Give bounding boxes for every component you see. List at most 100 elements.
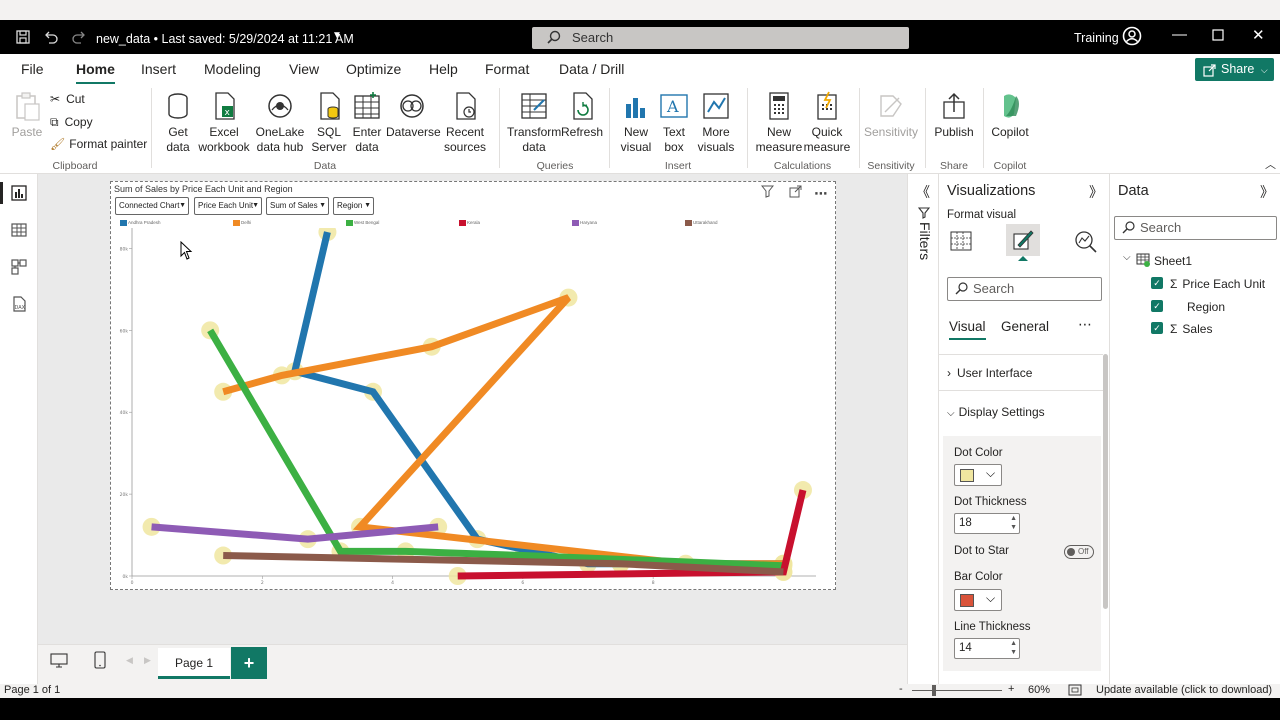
tab-file[interactable]: File [21,61,44,77]
analytics-icon[interactable] [1073,229,1099,253]
series-line[interactable] [151,523,439,543]
chevron-down-icon[interactable]: ⌵ [1123,252,1131,263]
dot-thickness-input[interactable]: 18 ▲ ▼ [954,513,1020,534]
tab-visual[interactable]: Visual [949,319,986,340]
data-title: Data [1118,183,1149,199]
onelake-button[interactable]: OneLake data hub [251,90,309,155]
zoom-slider-thumb[interactable] [932,685,936,696]
mobile-layout-icon[interactable] [94,651,106,669]
copy-button[interactable]: ⧉ Copy [50,115,93,130]
page-tab-1[interactable]: Page 1 [158,648,230,679]
collapse-icon[interactable]: 》 [1089,182,1103,202]
zoom-out-icon[interactable]: - [899,683,903,695]
enter-data-button[interactable]: Enter data [348,90,386,155]
spinner-icon[interactable]: ▲ ▼ [1010,514,1017,532]
redo-icon[interactable] [70,28,88,46]
dataverse-button[interactable]: Dataverse [386,90,441,140]
get-data-button[interactable]: Get data [158,90,198,155]
line-thickness-label: Line Thickness [954,621,1031,633]
line-thickness-input[interactable]: 14 ▲ ▼ [954,638,1020,659]
checkbox-icon[interactable]: ✓ [1151,300,1163,312]
zoom-level[interactable]: 60% [1028,684,1050,696]
excel-button[interactable]: x Excel workbook [198,90,250,155]
more-options-icon[interactable]: ⋯ [1078,316,1092,333]
tab-help[interactable]: Help [429,61,458,77]
user-interface-section[interactable]: › User Interface [947,366,1032,380]
new-visual-button[interactable]: New visual [618,90,654,155]
close-icon[interactable]: ✕ [1252,26,1265,44]
dot-to-star-toggle[interactable]: Off [1064,545,1094,559]
scroll-left-icon[interactable]: ◀ [126,655,133,666]
publish-button[interactable]: Publish [932,90,976,140]
field-region[interactable]: Region [1187,300,1225,314]
tab-data-drill[interactable]: Data / Drill [559,61,624,77]
build-visual-icon[interactable] [949,229,973,253]
desktop-layout-icon[interactable] [50,653,68,669]
filters-pane-collapsed[interactable]: 《 Filters [907,174,938,684]
collapse-icon[interactable]: 》 [1260,182,1274,202]
series-line[interactable] [222,294,784,568]
maximize-icon[interactable] [1212,28,1224,45]
minimize-icon[interactable]: — [1172,26,1187,43]
dot-color-picker[interactable]: ⌵ [954,464,1002,486]
display-settings-section[interactable]: ⌵ Display Settings [947,405,1045,419]
quick-measure-button[interactable]: Quick measure [803,90,851,155]
new-measure-button[interactable]: New measure [755,90,803,155]
model-view-icon[interactable] [10,258,28,276]
sensitivity-button[interactable]: Sensitivity [864,90,918,140]
report-view-icon[interactable] [10,184,28,202]
field-sales[interactable]: Σ Sales [1170,322,1212,336]
tab-optimize[interactable]: Optimize [346,61,401,77]
field-price-each-unit[interactable]: Σ Price Each Unit [1170,277,1265,291]
checkbox-icon[interactable]: ✓ [1151,322,1163,334]
sql-label: SQL Server [311,125,347,154]
table-name[interactable]: Sheet1 [1154,254,1192,268]
account-icon[interactable] [1122,26,1142,49]
update-notice[interactable]: Update available (click to download) [1096,684,1272,696]
user-name[interactable]: Training [1074,31,1119,45]
save-icon[interactable] [14,28,32,46]
spinner-icon[interactable]: ▲ ▼ [1010,639,1017,657]
dax-query-icon[interactable]: DAX [10,295,28,313]
transform-data-button[interactable]: Transform data [507,90,561,155]
tab-view[interactable]: View [289,61,319,77]
undo-icon[interactable] [42,28,60,46]
table-view-icon[interactable] [10,221,28,239]
collapse-ribbon-icon[interactable]: ︿ [1265,156,1276,172]
chevron-down-icon[interactable]: ▼ [332,30,342,41]
tab-insert[interactable]: Insert [141,61,176,77]
tab-format[interactable]: Format [485,61,529,77]
filters-label[interactable]: Filters [917,222,933,260]
add-page-button[interactable]: + [231,647,267,679]
document-title[interactable]: new_data • Last saved: 5/29/2024 at 11:2… [96,32,354,46]
text-box-button[interactable]: A Text box [656,90,692,155]
expand-icon[interactable]: 《 [916,182,930,202]
zoom-slider[interactable] [912,690,1002,691]
data-search-input[interactable]: Search [1114,216,1277,240]
recent-sources-button[interactable]: Recent sources [439,90,491,155]
search-icon [1122,217,1135,241]
title-search[interactable]: Search [532,27,909,49]
checkbox-icon[interactable]: ✓ [1151,277,1163,289]
zoom-in-icon[interactable]: + [1008,683,1014,695]
y-tick-label: 80k [120,246,129,252]
refresh-button[interactable]: Refresh [561,90,603,140]
bar-color-picker[interactable]: ⌵ [954,589,1002,611]
paste-button[interactable]: Paste [10,90,44,140]
chart-plot[interactable]: 0k 20k 40k 60k 80k 0 2 4 6 8 [111,182,837,591]
tab-general[interactable]: General [1001,319,1049,334]
scroll-right-icon[interactable]: ▶ [144,655,151,666]
copilot-button[interactable]: Copilot [988,90,1032,140]
fit-to-page-icon[interactable] [1068,684,1082,696]
more-visuals-button[interactable]: More visuals [692,90,740,155]
cut-button[interactable]: ✂ Cut [50,92,85,106]
sql-server-button[interactable]: SQL Server [310,90,348,155]
pane-scrollbar[interactable] [1103,354,1108,609]
connected-chart-visual[interactable]: Sum of Sales by Price Each Unit and Regi… [110,181,836,590]
tab-home[interactable]: Home [76,61,115,85]
tab-modeling[interactable]: Modeling [204,61,261,77]
share-button[interactable]: Share ⌵ [1195,58,1274,81]
format-painter-button[interactable]: 🖌 Format painter [50,137,147,151]
viz-search-input[interactable]: Search [947,277,1102,301]
format-visual-tab[interactable] [1006,224,1040,261]
